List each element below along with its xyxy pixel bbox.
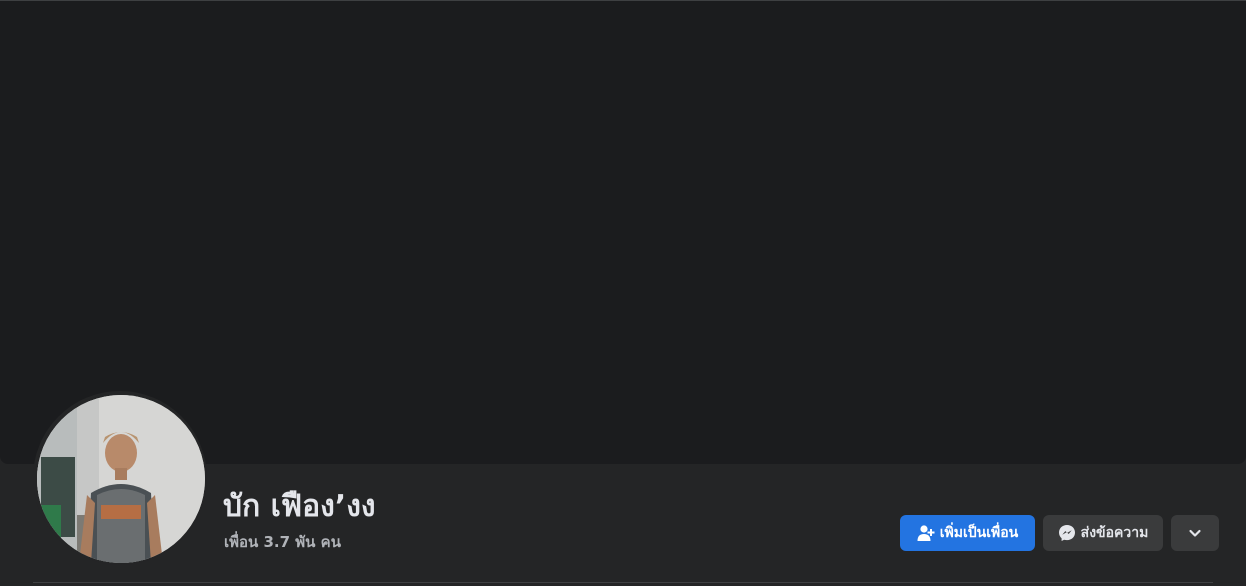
messenger-icon: [1058, 524, 1076, 542]
divider: [33, 582, 1213, 583]
add-friend-label: เพิ่มเป็นเพื่อน: [939, 525, 1019, 541]
add-friend-button[interactable]: เพิ่มเป็นเพื่อน: [900, 515, 1035, 551]
add-user-icon: [917, 524, 935, 542]
avatar-photo: [37, 395, 205, 563]
profile-name: บัก เฟืองʼงง: [223, 489, 376, 524]
profile-avatar[interactable]: [37, 395, 205, 563]
friends-count[interactable]: เพื่อน 3.7 พัน คน: [224, 532, 341, 552]
message-button[interactable]: ส่งข้อความ: [1043, 515, 1163, 551]
message-label: ส่งข้อความ: [1080, 525, 1149, 541]
chevron-down-icon: [1186, 524, 1204, 542]
more-options-button[interactable]: [1171, 515, 1219, 551]
cover-photo[interactable]: [0, 1, 1246, 464]
